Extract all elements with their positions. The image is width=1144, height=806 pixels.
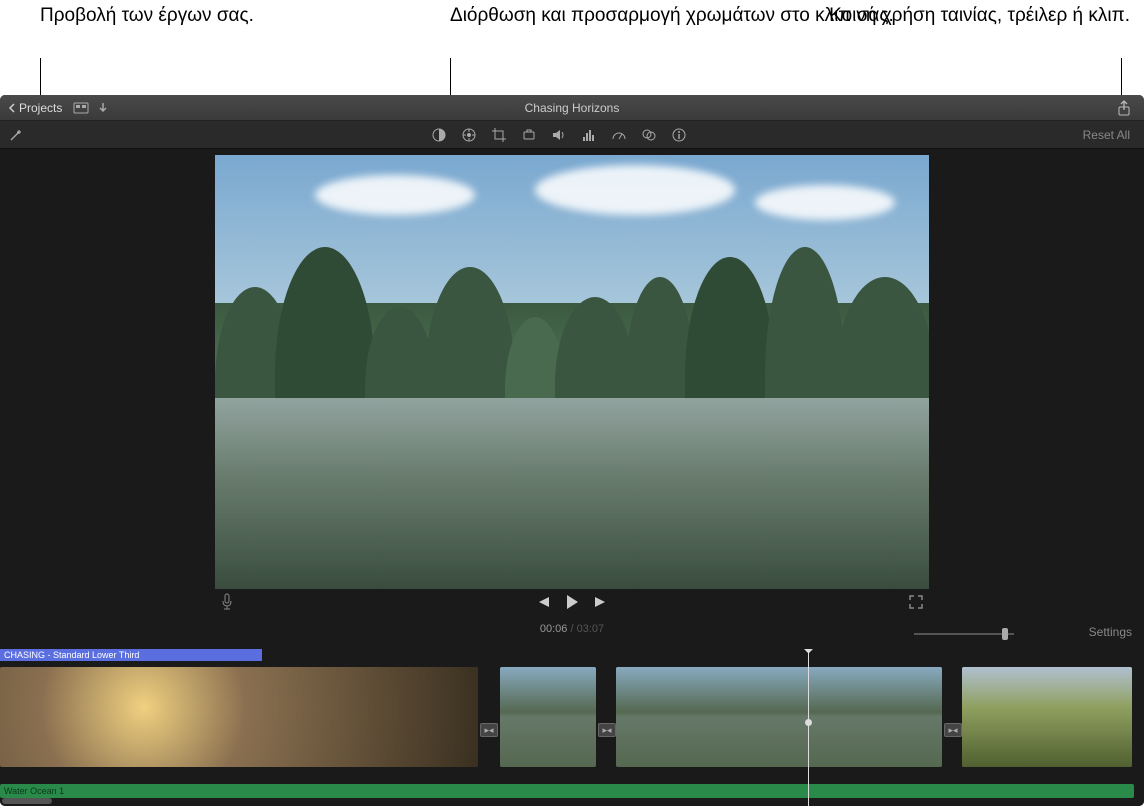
- duration: 03:07: [577, 623, 605, 635]
- timeline[interactable]: CHASING - Standard Lower Third ▸◂ ▸◂ ▸◂ …: [0, 649, 1144, 806]
- filter-icon: [641, 127, 657, 143]
- import-arrow-icon: [97, 101, 109, 115]
- microphone-icon: [220, 593, 234, 611]
- transition-icon[interactable]: ▸◂: [944, 723, 962, 737]
- project-title: Chasing Horizons: [525, 101, 620, 115]
- zoom-slider[interactable]: [914, 627, 1014, 641]
- volume-icon: [551, 127, 567, 143]
- import-button[interactable]: [92, 95, 114, 120]
- topbar: Projects Chasing Horizons: [0, 95, 1144, 121]
- annotation-share: Κοινή χρήση ταινίας, τρέιλερ ή κλιπ.: [829, 4, 1130, 28]
- imovie-window: Projects Chasing Horizons: [0, 95, 1144, 806]
- viewer-area: 00:06 / 03:07 Settings: [0, 149, 1144, 649]
- speed-button[interactable]: [610, 126, 628, 144]
- info-icon: [671, 127, 687, 143]
- next-button[interactable]: [593, 595, 609, 614]
- crop-icon: [491, 127, 507, 143]
- timeline-clip[interactable]: [0, 667, 478, 767]
- adjustments-toolbar: Reset All: [0, 121, 1144, 149]
- current-time: 00:06: [540, 623, 568, 635]
- play-icon: [565, 594, 579, 610]
- zoom-thumb[interactable]: [1002, 628, 1008, 640]
- equalizer-button[interactable]: [580, 126, 598, 144]
- color-balance-button[interactable]: [430, 126, 448, 144]
- horizontal-scrollbar[interactable]: [2, 798, 52, 804]
- previous-icon: [535, 595, 551, 609]
- title-track[interactable]: CHASING - Standard Lower Third: [0, 649, 262, 661]
- previous-button[interactable]: [535, 595, 551, 614]
- transition-icon[interactable]: ▸◂: [598, 723, 616, 737]
- audio-track[interactable]: Water Ocean 1: [0, 784, 1134, 798]
- crop-button[interactable]: [490, 126, 508, 144]
- clip-row: ▸◂ ▸◂ ▸◂: [0, 667, 1144, 767]
- color-balance-icon: [431, 127, 447, 143]
- playhead[interactable]: [808, 649, 809, 806]
- timeline-clip[interactable]: [962, 667, 1132, 767]
- timeline-clip[interactable]: [500, 667, 596, 767]
- color-wheel-button[interactable]: [460, 126, 478, 144]
- transition-icon[interactable]: ▸◂: [480, 723, 498, 737]
- volume-button[interactable]: [550, 126, 568, 144]
- projects-button[interactable]: Projects: [0, 95, 70, 120]
- playback-controls: [0, 589, 1144, 619]
- settings-button[interactable]: Settings: [1089, 625, 1132, 639]
- projects-label: Projects: [19, 101, 62, 115]
- voiceover-button[interactable]: [220, 593, 234, 616]
- fullscreen-icon: [908, 594, 924, 610]
- magic-wand-icon: [8, 127, 24, 143]
- share-button[interactable]: [1112, 95, 1136, 120]
- color-wheel-icon: [461, 127, 477, 143]
- annotation-color: Διόρθωση και προσαρμογή χρωμάτων στο κλι…: [450, 4, 894, 28]
- stabilize-icon: [521, 127, 537, 143]
- next-icon: [593, 595, 609, 609]
- fullscreen-button[interactable]: [908, 594, 924, 615]
- share-icon: [1117, 100, 1131, 116]
- equalizer-icon: [581, 127, 597, 143]
- play-button[interactable]: [565, 594, 579, 615]
- media-browser-icon: [73, 102, 89, 114]
- chevron-left-icon: [8, 103, 16, 113]
- filter-button[interactable]: [640, 126, 658, 144]
- speed-gauge-icon: [611, 127, 627, 143]
- annotation-projects: Προβολή των έργων σας.: [40, 4, 254, 28]
- timeline-clip[interactable]: [616, 667, 942, 767]
- info-button[interactable]: [670, 126, 688, 144]
- media-browser-button[interactable]: [70, 95, 92, 120]
- stabilize-button[interactable]: [520, 126, 538, 144]
- magic-wand-button[interactable]: [0, 121, 32, 148]
- reset-all-button[interactable]: Reset All: [1083, 128, 1130, 142]
- video-preview[interactable]: [215, 155, 929, 589]
- timecode-display: 00:06 / 03:07: [540, 623, 604, 635]
